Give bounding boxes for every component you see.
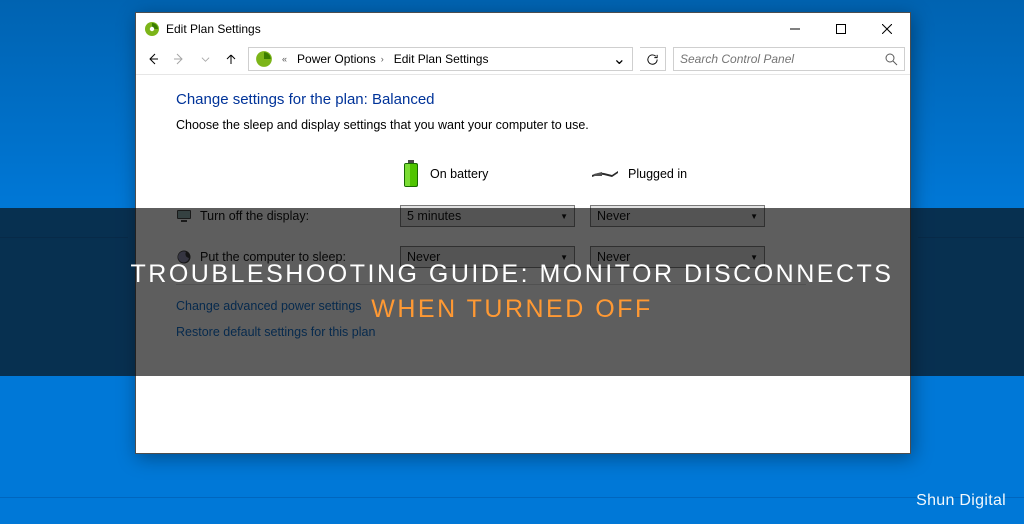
up-button[interactable]: [219, 47, 243, 71]
chevron-left-icon: «: [282, 54, 287, 64]
refresh-button[interactable]: [640, 47, 666, 71]
forward-button[interactable]: [167, 47, 191, 71]
maximize-button[interactable]: [818, 13, 864, 44]
battery-icon: [400, 160, 422, 188]
search-icon[interactable]: [884, 52, 898, 66]
chevron-down-icon[interactable]: ⌄: [613, 49, 630, 69]
plug-icon: [590, 164, 620, 184]
app-icon: [144, 21, 160, 37]
power-options-icon: [255, 50, 273, 68]
column-on-battery: On battery: [400, 160, 590, 188]
close-button[interactable]: [864, 13, 910, 44]
titlebar: Edit Plan Settings: [136, 13, 910, 44]
caption-overlay: TROUBLESHOOTING GUIDE: MONITOR DISCONNEC…: [0, 208, 1024, 376]
breadcrumb[interactable]: « Power Options› Edit Plan Settings ⌄: [248, 47, 633, 71]
address-bar: « Power Options› Edit Plan Settings ⌄: [136, 44, 910, 75]
minimize-button[interactable]: [772, 13, 818, 44]
search-box[interactable]: [673, 47, 905, 71]
recent-button[interactable]: [193, 47, 217, 71]
search-input[interactable]: [680, 52, 884, 66]
overlay-line1: TROUBLESHOOTING GUIDE: MONITOR DISCONNEC…: [131, 260, 894, 289]
page-heading: Change settings for the plan: Balanced: [176, 91, 910, 108]
window-title: Edit Plan Settings: [166, 22, 772, 36]
back-button[interactable]: [141, 47, 165, 71]
page-subheading: Choose the sleep and display settings th…: [176, 118, 910, 132]
breadcrumb-parent[interactable]: Power Options›: [292, 48, 389, 70]
watermark: Shun Digital: [916, 492, 1006, 510]
breadcrumb-current[interactable]: Edit Plan Settings: [389, 48, 494, 70]
column-plugged-in: Plugged in: [590, 160, 780, 188]
overlay-line2: WHEN TURNED OFF: [371, 295, 652, 324]
chevron-right-icon: ›: [381, 54, 384, 64]
